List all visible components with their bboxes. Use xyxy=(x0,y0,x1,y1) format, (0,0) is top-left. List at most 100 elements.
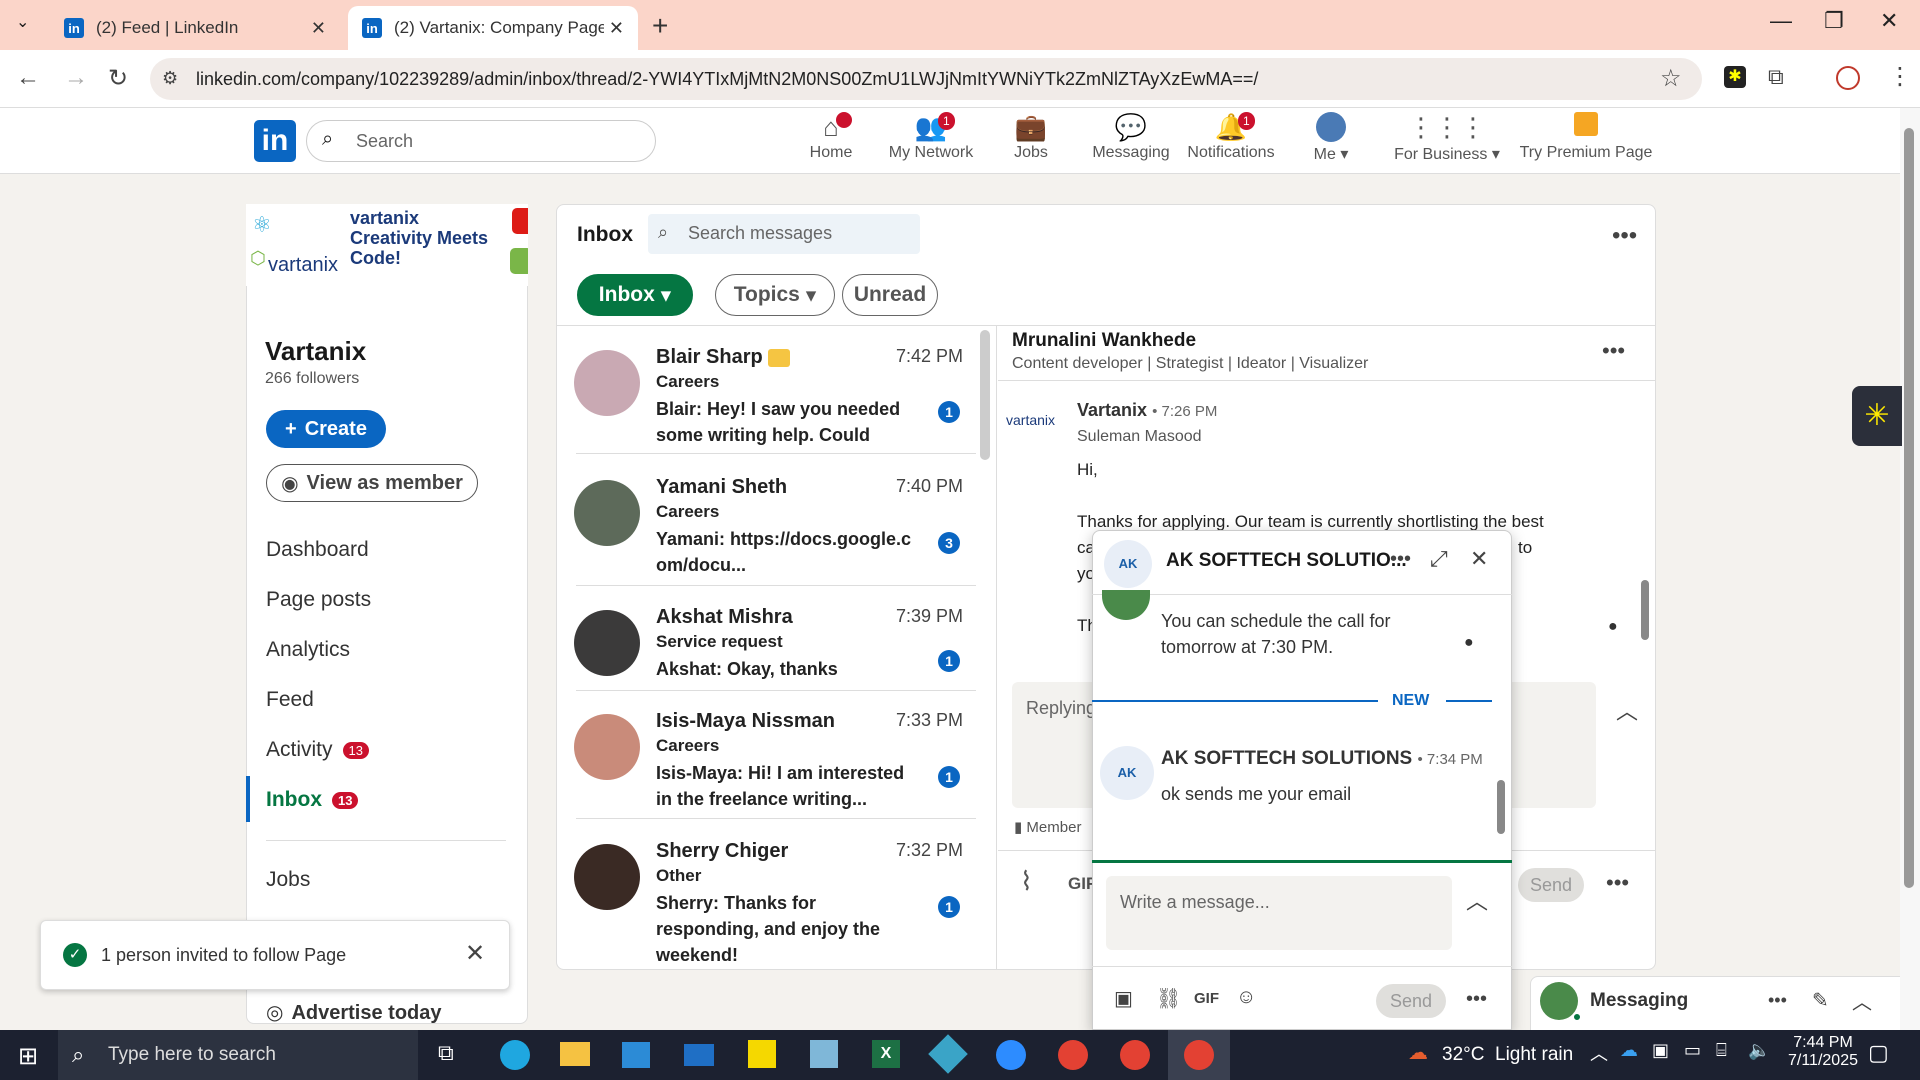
battery-icon[interactable]: ▭ xyxy=(1684,1040,1701,1061)
conversation-item[interactable]: Akshat Mishra 7:39 PM Service request Ak… xyxy=(556,600,976,720)
tray-chevron-icon[interactable]: ︿ xyxy=(1590,1040,1608,1066)
more-options-icon[interactable]: ••• xyxy=(1768,990,1787,1011)
mail-icon[interactable] xyxy=(684,1044,714,1066)
thread-more-icon[interactable]: ••• xyxy=(1602,338,1625,364)
new-tab-button[interactable]: + xyxy=(652,10,668,42)
send-button[interactable]: Send xyxy=(1518,868,1584,902)
chat-popup-title[interactable]: AK SOFTTECH SOLUTIO... xyxy=(1166,550,1407,572)
volume-icon[interactable]: 🔈 xyxy=(1748,1040,1770,1061)
compose-icon[interactable]: ✎ xyxy=(1812,988,1829,1013)
browser-tab-active[interactable]: in (2) Vartanix: Company Page Ad ✕ xyxy=(348,6,638,50)
more-options-icon[interactable]: ••• xyxy=(1612,222,1637,250)
create-button[interactable]: + Create xyxy=(266,410,386,448)
home-icon: ⌂ xyxy=(776,112,886,144)
sidebar-item-activity[interactable]: Activity 13 xyxy=(266,738,369,762)
filter-inbox[interactable]: Inbox ▾ xyxy=(577,274,693,316)
image-icon[interactable]: ▣ xyxy=(1114,986,1133,1011)
assistant-widget-icon[interactable]: ✳ xyxy=(1852,386,1902,446)
back-icon[interactable]: ← xyxy=(16,64,40,92)
conversation-item[interactable]: Blair Sharp 7:42 PM Careers Blair: Hey! … xyxy=(556,340,976,460)
bookmark-star-icon[interactable]: ☆ xyxy=(1660,64,1682,93)
onedrive-icon[interactable]: ☁ xyxy=(1620,1040,1638,1061)
conversation-scrollbar[interactable] xyxy=(980,330,990,460)
conversation-item[interactable]: Sherry Chiger 7:32 PM Other Sherry: Than… xyxy=(556,834,976,965)
nav-messaging[interactable]: 💬 Messaging xyxy=(1076,112,1186,162)
windows-start-icon[interactable]: ⊞ xyxy=(18,1042,38,1071)
thread-contact-name[interactable]: Mrunalini Wankhede xyxy=(1012,330,1196,352)
site-info-icon[interactable]: ⚙ xyxy=(162,68,178,89)
page-scrollbar[interactable] xyxy=(1904,128,1914,888)
weather-text[interactable]: 32°C Light rain xyxy=(1442,1044,1573,1066)
close-toast-icon[interactable]: ✕ xyxy=(465,939,485,968)
expand-icon[interactable]: ⤢ xyxy=(1430,546,1448,572)
chevron-up-icon[interactable]: ︿ xyxy=(1852,986,1872,1015)
network-tray-icon[interactable]: ⌸ xyxy=(1716,1040,1727,1061)
nav-premium[interactable]: Try Premium Page xyxy=(1516,112,1656,162)
clock[interactable]: 7:44 PM 7/11/2025 xyxy=(1788,1034,1858,1070)
emoji-icon[interactable]: ☺ xyxy=(1236,986,1256,1009)
nav-notifications[interactable]: 🔔 1 Notifications xyxy=(1176,112,1286,162)
nav-me[interactable]: Me ▾ xyxy=(1276,112,1386,164)
message-input[interactable] xyxy=(1106,876,1452,950)
nav-my-network[interactable]: 👥 1 My Network xyxy=(876,112,986,162)
browser-menu-icon[interactable]: ⋮ xyxy=(1888,62,1912,91)
filter-topics[interactable]: Topics ▾ xyxy=(715,274,835,316)
advertise-link[interactable]: ◎ Advertise today xyxy=(266,1000,442,1025)
url-text[interactable]: linkedin.com/company/102239289/admin/inb… xyxy=(196,69,1646,90)
browser-tab-feed[interactable]: in (2) Feed | LinkedIn ✕ xyxy=(50,6,340,50)
chrome-icon[interactable] xyxy=(1058,1040,1088,1070)
chrome-icon[interactable] xyxy=(1120,1040,1150,1070)
chrome-icon[interactable] xyxy=(1184,1040,1214,1070)
link-icon[interactable]: ⛓ xyxy=(1156,986,1181,1011)
tray-icon[interactable]: ▣ xyxy=(1652,1040,1669,1061)
sidebar-item-page-posts[interactable]: Page posts xyxy=(266,588,371,612)
notification-center-icon[interactable]: ▢ xyxy=(1868,1040,1889,1066)
store-icon[interactable] xyxy=(622,1042,650,1068)
nav-jobs[interactable]: 💼 Jobs xyxy=(976,112,1086,162)
attach-icon[interactable]: ⌇ xyxy=(1020,866,1033,897)
search-icon: ⌕ xyxy=(322,128,334,150)
close-tab-icon[interactable]: ✕ xyxy=(311,18,326,39)
thread-scrollbar[interactable] xyxy=(1641,580,1649,640)
extension-icon[interactable]: ✱ xyxy=(1724,66,1746,88)
send-button[interactable]: Send xyxy=(1376,984,1446,1018)
sidebar-item-inbox[interactable]: Inbox 13 xyxy=(266,788,359,812)
task-view-icon[interactable]: ⧉ xyxy=(438,1040,454,1066)
close-window-icon[interactable]: ✕ xyxy=(1880,8,1898,34)
sidebar-item-dashboard[interactable]: Dashboard xyxy=(266,538,369,562)
nav-for-business[interactable]: ⋮⋮⋮ For Business ▾ xyxy=(1392,112,1502,164)
minimize-icon[interactable]: — xyxy=(1770,8,1792,34)
chevron-up-icon[interactable]: ︿ xyxy=(1616,694,1638,726)
banner-logo: vartanix xyxy=(268,254,339,276)
more-options-icon[interactable]: ••• xyxy=(1390,548,1411,571)
nav-home[interactable]: ⌂ Home xyxy=(776,112,886,162)
sidebar-item-jobs[interactable]: Jobs xyxy=(266,868,310,892)
filter-unread[interactable]: Unread xyxy=(842,274,938,316)
follower-count[interactable]: 266 followers xyxy=(265,370,359,388)
linkedin-logo[interactable]: in xyxy=(254,120,296,162)
reload-icon[interactable]: ↻ xyxy=(108,64,128,93)
gif-button[interactable]: GIF xyxy=(1194,990,1219,1007)
maximize-icon[interactable]: ❐ xyxy=(1824,8,1844,34)
sticky-notes-icon[interactable] xyxy=(748,1040,776,1068)
edge-icon[interactable] xyxy=(500,1040,530,1070)
chat-scrollbar[interactable] xyxy=(1497,780,1505,834)
extensions-puzzle-icon[interactable]: ⧉ xyxy=(1768,64,1784,90)
sidebar-item-analytics[interactable]: Analytics xyxy=(266,638,350,662)
profile-icon[interactable] xyxy=(1836,66,1860,90)
view-as-member-button[interactable]: ◉ View as member xyxy=(266,464,478,502)
chevron-up-icon[interactable]: ︿ xyxy=(1466,884,1488,916)
zoom-icon[interactable] xyxy=(996,1040,1026,1070)
excel-icon[interactable]: X xyxy=(872,1040,900,1068)
forward-icon[interactable]: → xyxy=(64,64,88,92)
file-explorer-icon[interactable] xyxy=(560,1042,590,1066)
tab-list-chevron-icon[interactable]: ⌄ xyxy=(16,12,29,32)
conversation-item[interactable]: Yamani Sheth 7:40 PM Careers Yamani: htt… xyxy=(556,470,976,590)
sidebar-item-feed[interactable]: Feed xyxy=(266,688,314,712)
close-icon[interactable]: ✕ xyxy=(1470,546,1488,572)
more-options-icon[interactable]: ••• xyxy=(1466,988,1487,1011)
close-tab-icon[interactable]: ✕ xyxy=(609,18,624,39)
conversation-item[interactable]: Isis-Maya Nissman 7:33 PM Careers Isis-M… xyxy=(556,704,976,824)
more-options-icon[interactable]: ••• xyxy=(1606,870,1629,896)
app-icon[interactable] xyxy=(810,1040,838,1068)
